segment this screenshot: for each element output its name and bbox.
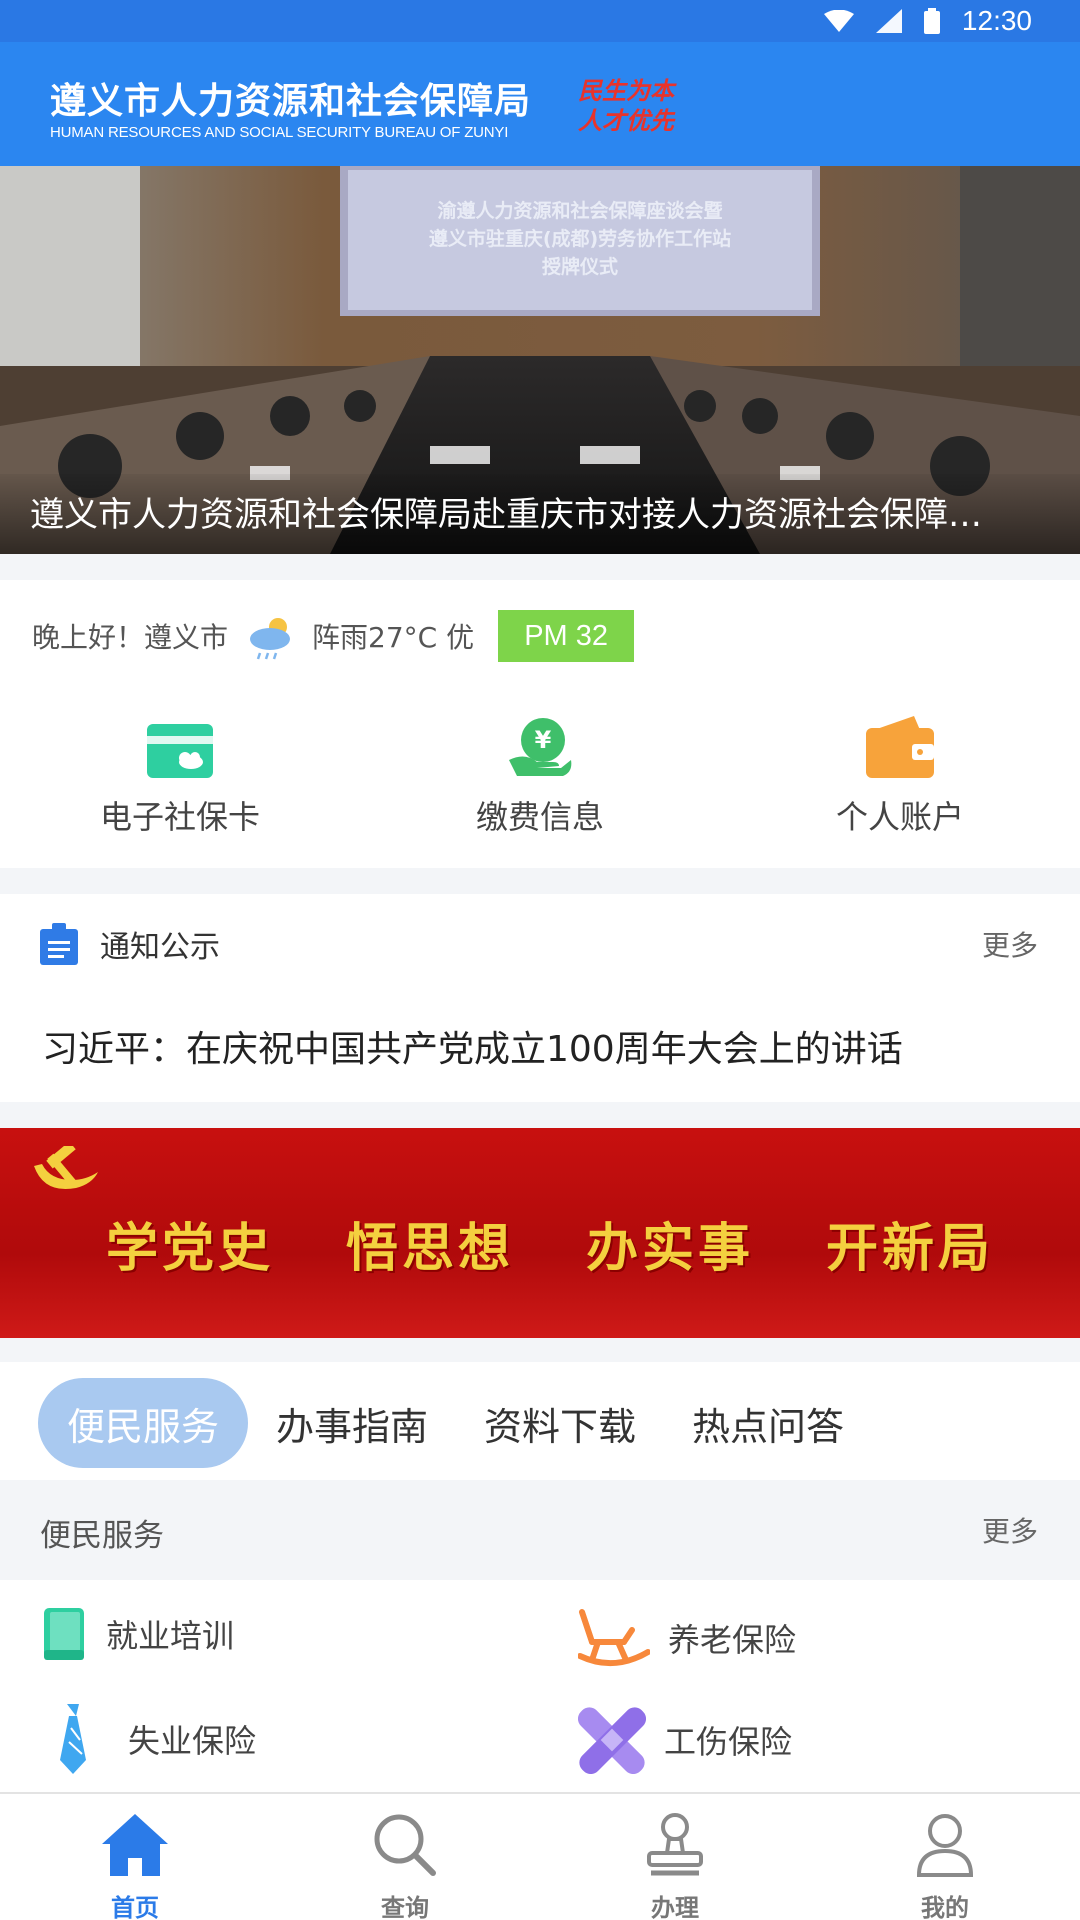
- banner-caption[interactable]: 遵义市人力资源和社会保障局赴重庆市对接人力资源社会保障…: [30, 487, 1070, 536]
- rocking-chair-icon: [578, 1609, 650, 1667]
- services-list: 就业培训 养老保险 失业保险 工伤保险: [0, 1580, 1080, 1792]
- service-employment-training[interactable]: 就业培训: [42, 1608, 234, 1660]
- party-history-banner[interactable]: 学党史 悟思想 办实事 开新局: [0, 1128, 1080, 1338]
- notice-more-link[interactable]: 更多: [982, 924, 1038, 964]
- tie-icon: [60, 1704, 86, 1774]
- tab-downloads[interactable]: 资料下载: [470, 1378, 650, 1468]
- nav-handle[interactable]: 办理: [585, 1806, 765, 1920]
- screen-line-1: 渝遵人力资源和社会保障座谈会暨: [437, 200, 723, 222]
- slogan-word: 开新局: [825, 1219, 994, 1279]
- quick-action-label: 缴费信息: [475, 798, 604, 836]
- rain-cloud-icon: [250, 618, 291, 660]
- notice-header: 通知公示: [40, 922, 220, 966]
- hammer-sickle-icon: [34, 1146, 98, 1190]
- service-tabs: 便民服务 办事指南 资料下载 热点问答: [0, 1362, 1080, 1480]
- tab-faq[interactable]: 热点问答: [678, 1378, 858, 1468]
- wifi-icon: [823, 10, 854, 32]
- service-unemployment-insurance[interactable]: 失业保险: [58, 1704, 256, 1774]
- tab-guide[interactable]: 办事指南: [262, 1378, 442, 1468]
- notice-section: 通知公示 更多 习近平：在庆祝中国共产党成立100周年大会上的讲话: [0, 894, 1080, 1102]
- nav-label: 首页: [111, 1894, 159, 1920]
- service-injury-insurance[interactable]: 工伤保险: [578, 1706, 792, 1774]
- motto-line-1: 民生为本: [578, 76, 674, 105]
- app-subtitle: HUMAN RESOURCES AND SOCIAL SECURITY BURE…: [50, 124, 509, 141]
- screen-line-3: 授牌仪式: [541, 256, 618, 278]
- greeting-row: 晚上好！遵义市 阵雨27°C 优 PM 32: [32, 610, 635, 662]
- slogan-word: 学党史: [105, 1219, 274, 1279]
- nav-label: 办理: [651, 1894, 699, 1920]
- home-icon: [102, 1814, 168, 1876]
- greeting-text: 晚上好！遵义市: [32, 621, 229, 654]
- nav-home[interactable]: 首页: [45, 1806, 225, 1920]
- quick-action-account[interactable]: 个人账户: [720, 708, 1080, 838]
- nav-label: 我的: [921, 1894, 969, 1920]
- motto: 民生为本 人才优先: [578, 76, 688, 136]
- nav-label: 查询: [381, 1894, 429, 1920]
- battery-icon: [923, 8, 940, 34]
- notice-icon: [40, 923, 78, 965]
- motto-line-2: 人才优先: [578, 106, 674, 135]
- search-icon: [374, 1814, 436, 1876]
- quick-action-payment[interactable]: ¥ 缴费信息: [360, 708, 720, 838]
- services-title: 便民服务: [40, 1518, 164, 1554]
- bandage-icon: [578, 1707, 646, 1774]
- app-header: 遵义市人力资源和社会保障局 HUMAN RESOURCES AND SOCIAL…: [0, 42, 1080, 166]
- stamp-icon: [647, 1813, 703, 1876]
- clock: 12:30: [961, 5, 1032, 36]
- svg-text:¥: ¥: [535, 726, 552, 754]
- service-pension-insurance[interactable]: 养老保险: [578, 1608, 796, 1668]
- party-slogan: 学党史 悟思想 办实事 开新局: [0, 1206, 1080, 1281]
- user-icon: [916, 1814, 974, 1877]
- slogan-word: 悟思想: [345, 1219, 514, 1279]
- services-header: 便民服务 更多: [0, 1480, 1080, 1580]
- book-icon: [44, 1608, 84, 1660]
- slogan-word: 办实事: [585, 1219, 754, 1279]
- quick-actions-card: 晚上好！遵义市 阵雨27°C 优 PM 32 电子社保卡 ¥ 缴费信息 个人账户: [0, 580, 1080, 868]
- screen-line-2: 遵义市驻重庆(成都)劳务协作工作站: [428, 228, 732, 250]
- wallet-icon: [866, 716, 934, 778]
- status-bar: 12:30: [0, 0, 1080, 42]
- tab-convenience-services[interactable]: 便民服务: [38, 1378, 248, 1468]
- payment-info-icon: ¥: [509, 718, 572, 776]
- news-carousel[interactable]: 渝遵人力资源和社会保障座谈会暨 遵义市驻重庆(成都)劳务协作工作站 授牌仪式 遵…: [0, 166, 1080, 554]
- service-label: 养老保险: [668, 1621, 797, 1659]
- pm-badge: PM 32: [498, 610, 635, 662]
- nav-profile[interactable]: 我的: [855, 1806, 1035, 1920]
- service-label: 失业保险: [128, 1722, 257, 1760]
- notice-title: 通知公示: [100, 930, 220, 965]
- service-label: 工伤保险: [664, 1723, 793, 1761]
- signal-icon: [875, 9, 902, 33]
- quick-action-social-card[interactable]: 电子社保卡: [0, 708, 360, 838]
- weather-text: 阵雨27°C 优: [312, 621, 475, 654]
- quick-action-label: 电子社保卡: [99, 798, 260, 836]
- bottom-navigation: 首页 查询 办理 我的: [0, 1792, 1080, 1920]
- social-security-card-icon: [147, 724, 213, 778]
- service-label: 就业培训: [106, 1617, 235, 1655]
- nav-search[interactable]: 查询: [315, 1806, 495, 1920]
- app-title: 遵义市人力资源和社会保障局: [50, 81, 532, 122]
- notice-headline[interactable]: 习近平：在庆祝中国共产党成立100周年大会上的讲话: [42, 1020, 903, 1072]
- services-more-link[interactable]: 更多: [982, 1510, 1038, 1550]
- quick-action-label: 个人账户: [835, 798, 964, 836]
